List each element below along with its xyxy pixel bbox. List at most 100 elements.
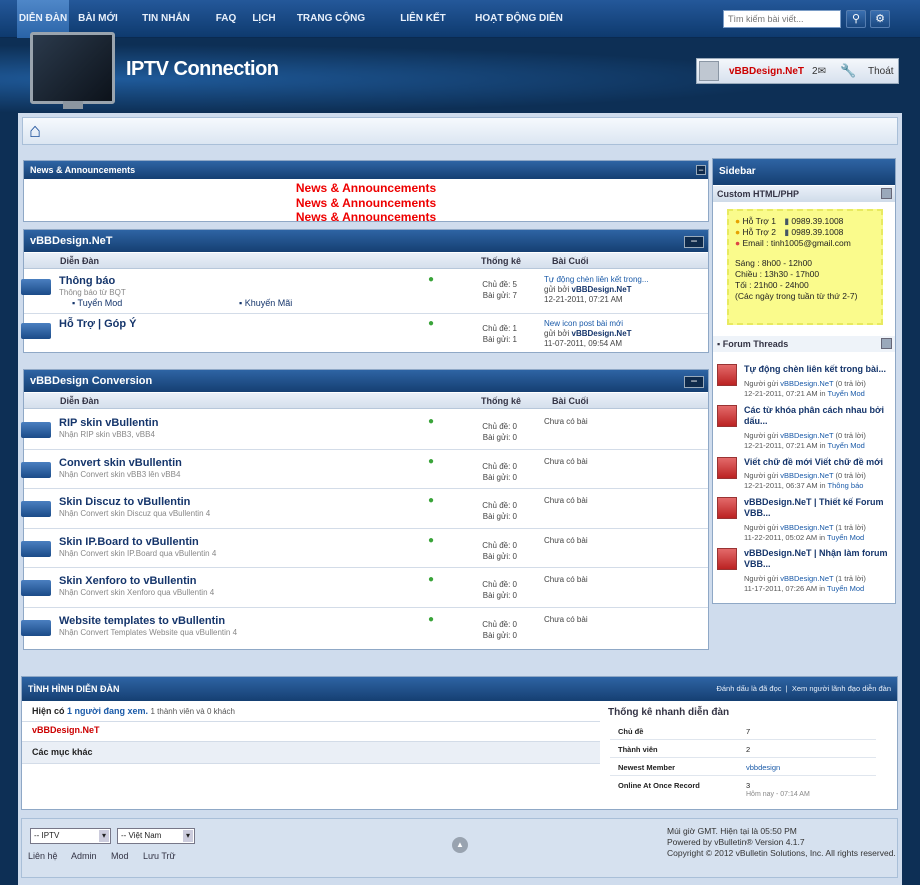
forum-row: Thông báo Thông báo từ BQT ▪ Tuyển Mod ▪… bbox=[21, 270, 708, 314]
thread-count: Chủ đề: 0 bbox=[482, 501, 517, 510]
avatar[interactable] bbox=[699, 61, 719, 81]
thread-avatar[interactable] bbox=[717, 497, 737, 519]
logout-link[interactable]: Thoát bbox=[868, 66, 894, 77]
thread-title[interactable]: Tự động chèn liên kết trong bài... bbox=[744, 364, 892, 375]
home-icon[interactable]: ⌂ bbox=[29, 121, 53, 142]
forum-row: Skin Xenforo to vBullentin Nhận Convert … bbox=[21, 568, 708, 608]
forum-title[interactable]: Hỗ Trợ | Góp Ý bbox=[59, 318, 137, 330]
category-title[interactable]: vBBDesign Conversion bbox=[24, 370, 708, 392]
thread-date: 12-21-2011, 07:21 AM in bbox=[744, 389, 826, 398]
thread-forum[interactable]: Tuyển Mod bbox=[827, 584, 864, 593]
footer-link-mod[interactable]: Mod bbox=[111, 851, 129, 861]
category-title[interactable]: vBBDesign.NeT bbox=[24, 230, 708, 252]
forum-row: Skin IP.Board to vBullentin Nhận Convert… bbox=[21, 529, 708, 568]
online-count[interactable]: 1 người đang xem. bbox=[67, 706, 148, 716]
support-line-1[interactable]: Hỗ Trợ 1 bbox=[743, 216, 776, 226]
collapse-icon[interactable] bbox=[881, 188, 892, 199]
thread-user[interactable]: vBBDesign.NeT bbox=[780, 431, 833, 440]
last-post-title[interactable]: Tự động chèn liên kết trong... bbox=[544, 275, 704, 284]
online-row: Hiện có 1 người đang xem. 1 thành viên v… bbox=[22, 703, 600, 722]
nav-faq[interactable]: FAQ bbox=[211, 0, 241, 38]
style-select[interactable]: -- IPTV bbox=[30, 828, 111, 844]
subforum-link[interactable]: ▪ Tuyển Mod bbox=[72, 298, 122, 308]
last-post-user[interactable]: vBBDesign.NeT bbox=[572, 285, 632, 294]
view-leaders-link[interactable]: Xem người lãnh đạo diễn đàn bbox=[792, 684, 891, 693]
stat-value: 3 bbox=[746, 781, 751, 790]
collapse-icon[interactable]: − bbox=[684, 375, 704, 388]
thread-user[interactable]: vBBDesign.NeT bbox=[780, 471, 833, 480]
thread-title[interactable]: Các từ khóa phân cách nhau bởi dấu... bbox=[744, 405, 892, 427]
footer-copyright: Copyright © 2012 vBulletin Solutions, In… bbox=[667, 848, 896, 858]
nav-calendar[interactable]: LỊCH bbox=[248, 0, 280, 38]
support-email[interactable]: Email : tinh1005@gmail.com bbox=[743, 238, 851, 248]
stat-key: Chủ đề bbox=[618, 727, 644, 736]
thread-user[interactable]: vBBDesign.NeT bbox=[780, 523, 833, 532]
forum-row: RIP skin vBullentin Nhận RIP skin vBB3, … bbox=[21, 410, 708, 450]
news-line[interactable]: News & Announcements bbox=[24, 181, 708, 196]
forum-title[interactable]: RIP skin vBullentin bbox=[59, 417, 158, 429]
status-icon: ● bbox=[428, 318, 435, 329]
thread-user[interactable]: vBBDesign.NeT bbox=[780, 574, 833, 583]
thread-avatar[interactable] bbox=[717, 405, 737, 427]
collapse-icon[interactable] bbox=[881, 338, 892, 349]
forum-title[interactable]: Skin Xenforo to vBullentin bbox=[59, 575, 197, 587]
footer-link-archive[interactable]: Lưu Trữ bbox=[143, 851, 176, 861]
thread-forum[interactable]: Tuyển Mod bbox=[828, 389, 865, 398]
post-count: Bài gửi: 0 bbox=[482, 631, 517, 640]
footer-link-contact[interactable]: Liên hệ bbox=[28, 851, 58, 861]
language-select[interactable]: -- Việt Nam bbox=[117, 828, 195, 844]
subforum-link[interactable]: ▪ Khuyến Mãi bbox=[239, 298, 292, 308]
forum-title[interactable]: Convert skin vBullentin bbox=[59, 457, 182, 469]
thread-meta: Người gửi vBBDesign.NeT (0 trả lời) 12-21… bbox=[744, 379, 894, 399]
email-icon: ● bbox=[735, 238, 741, 248]
forum-title[interactable]: Website templates to vBullentin bbox=[59, 615, 225, 627]
thread-forum[interactable]: Tuyển Mod bbox=[827, 533, 864, 542]
search-input[interactable] bbox=[723, 10, 841, 28]
last-post-title[interactable]: New icon post bài mới bbox=[544, 319, 704, 328]
thread-title[interactable]: vBBDesign.NeT | Nhận làm forum VBB... bbox=[744, 548, 892, 570]
news-line[interactable]: News & Announcements bbox=[24, 210, 708, 225]
nav-community[interactable]: TRANG CỘNG ĐỒNG bbox=[286, 0, 376, 62]
thread-forum[interactable]: Thông báo bbox=[828, 481, 864, 490]
wrench-icon[interactable]: 🔧 bbox=[840, 63, 856, 79]
collapse-icon[interactable]: − bbox=[696, 165, 706, 175]
news-line[interactable]: News & Announcements bbox=[24, 196, 708, 211]
support-line-2[interactable]: Hỗ Trợ 2 bbox=[743, 227, 776, 237]
envelope-icon: ✉ bbox=[817, 66, 826, 77]
username-link[interactable]: vBBDesign.NeT bbox=[729, 66, 804, 77]
thread-user[interactable]: vBBDesign.NeT bbox=[780, 379, 833, 388]
last-post: Chưa có bài bbox=[544, 496, 588, 505]
thread-title[interactable]: Viết chữ đề mới Viết chữ đề mới bbox=[744, 457, 892, 468]
forum-title[interactable]: Skin IP.Board to vBullentin bbox=[59, 536, 199, 548]
collapse-icon[interactable]: − bbox=[684, 235, 704, 248]
forum-title[interactable]: Skin Discuz to vBullentin bbox=[59, 496, 190, 508]
nav-private-messages[interactable]: TIN NHẮN RIÊNG bbox=[126, 0, 206, 62]
stat-value[interactable]: vbbdesign bbox=[746, 763, 780, 772]
stat-key: Newest Member bbox=[618, 763, 676, 772]
last-post: Chưa có bài bbox=[544, 575, 588, 584]
support-icon: ● bbox=[735, 216, 741, 226]
thread-title[interactable]: vBBDesign.NeT | Thiết kế Forum VBB... bbox=[744, 497, 892, 519]
thread-count: Chủ đề: 0 bbox=[482, 462, 517, 471]
thread-forum[interactable]: Tuyển Mod bbox=[828, 441, 865, 450]
thread-count: Chủ đề: 1 bbox=[482, 324, 517, 333]
thread-avatar[interactable] bbox=[717, 364, 737, 386]
col-last: Bài Cuối bbox=[552, 396, 589, 406]
gear-icon[interactable]: ⚙ bbox=[870, 10, 890, 28]
thread-meta: Người gửi vBBDesign.NeT (1 trả lời) 11-17… bbox=[744, 574, 894, 594]
thread-avatar[interactable] bbox=[717, 548, 737, 570]
nav-forum-activity[interactable]: HOẠT ĐỘNG DIỄN ĐÀN bbox=[470, 0, 568, 62]
mark-read-link[interactable]: Đánh dấu là đã đọc bbox=[716, 684, 781, 693]
last-post-user[interactable]: vBBDesign.NeT bbox=[572, 329, 632, 338]
search-icon[interactable]: ⚲ bbox=[846, 10, 866, 28]
nav-quick-links[interactable]: LIÊN KẾT NHANH bbox=[382, 0, 464, 62]
thread-replies: (1 trả lời) bbox=[835, 574, 866, 583]
scroll-top-icon[interactable]: ▲ bbox=[452, 837, 468, 853]
forum-threads-title: Forum Threads bbox=[722, 339, 789, 349]
thread-avatar[interactable] bbox=[717, 457, 737, 479]
footer-link-admin[interactable]: Admin bbox=[71, 851, 97, 861]
online-user[interactable]: vBBDesign.NeT bbox=[32, 725, 100, 735]
forum-title[interactable]: Thông báo bbox=[59, 275, 115, 287]
message-count[interactable]: 2✉ bbox=[812, 66, 826, 77]
support-icon: ● bbox=[735, 227, 741, 237]
